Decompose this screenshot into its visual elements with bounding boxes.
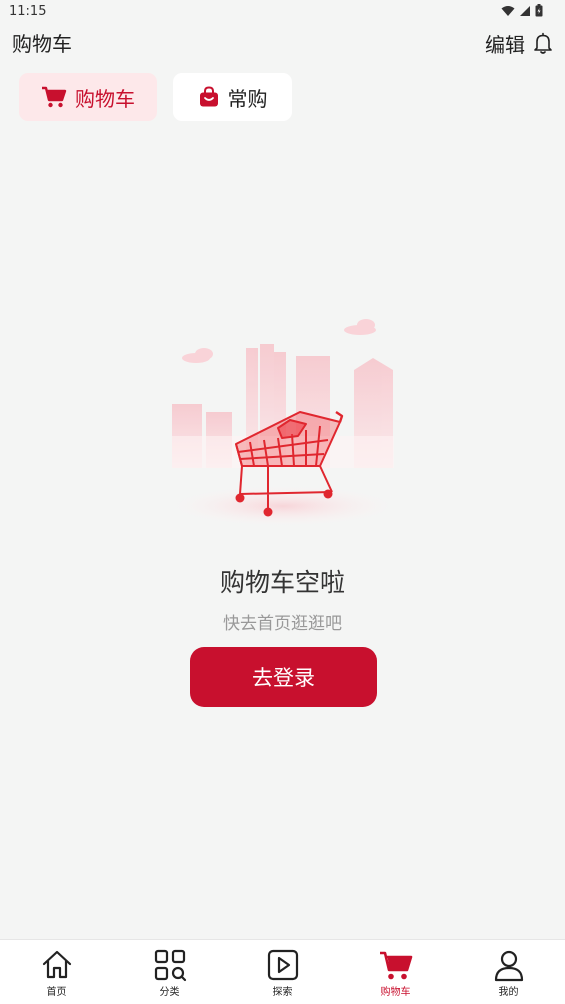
nav-label-home: 首页 <box>46 987 67 998</box>
nav-label-explore: 探索 <box>272 987 293 998</box>
nav-label-category: 分类 <box>159 987 180 998</box>
login-button[interactable]: 去登录 <box>190 647 377 707</box>
battery-icon <box>535 4 543 17</box>
user-icon <box>494 950 523 982</box>
signal-icon <box>520 5 530 16</box>
bottom-nav: 首页 分类 探索 购物车 我的 <box>0 939 565 1004</box>
bell-icon[interactable] <box>531 31 555 55</box>
status-time: 11:15 <box>9 4 47 19</box>
shopping-bag-icon <box>199 86 218 107</box>
empty-state-subtitle: 快去首页逛逛吧 <box>223 614 342 634</box>
tab-frequent[interactable]: 常购 <box>173 73 292 121</box>
nav-item-category[interactable]: 分类 <box>113 940 226 1004</box>
nav-item-explore[interactable]: 探索 <box>226 940 339 1004</box>
status-icons <box>501 4 543 17</box>
nav-label-cart: 购物车 <box>380 987 411 998</box>
nav-item-mine[interactable]: 我的 <box>452 940 565 1004</box>
nav-label-mine: 我的 <box>498 987 519 998</box>
empty-state-title: 购物车空啦 <box>219 568 345 597</box>
tab-cart-label: 购物车 <box>75 86 135 111</box>
home-icon <box>42 950 71 979</box>
edit-button[interactable]: 编辑 <box>485 29 525 58</box>
wifi-icon <box>501 5 515 16</box>
status-bar: 11:15 <box>0 0 565 24</box>
category-grid-icon <box>154 949 186 982</box>
page-title: 购物车 <box>12 32 72 56</box>
tab-frequent-label: 常购 <box>227 86 268 111</box>
nav-item-home[interactable]: 首页 <box>0 940 113 1004</box>
empty-cart-illustration <box>171 319 395 526</box>
cart-icon <box>379 951 412 980</box>
cart-icon <box>42 86 67 108</box>
nav-item-cart[interactable]: 购物车 <box>339 940 452 1004</box>
play-icon <box>267 949 298 981</box>
tab-cart[interactable]: 购物车 <box>19 73 157 121</box>
